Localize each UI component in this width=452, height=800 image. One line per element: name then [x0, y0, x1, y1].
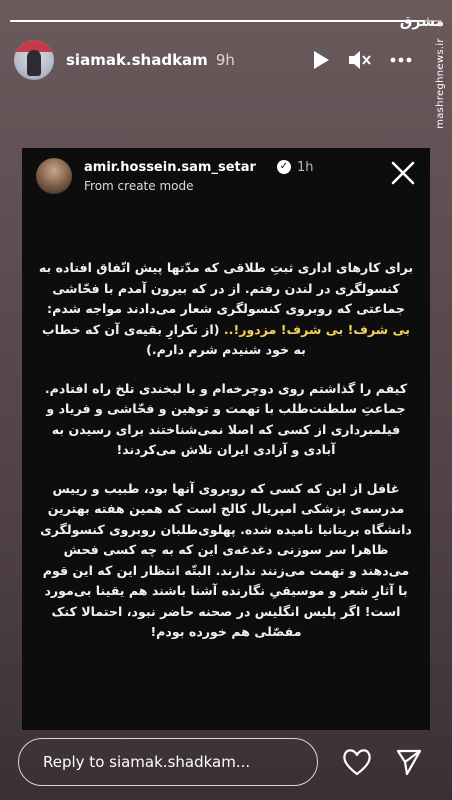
- story-progress-bar: [10, 20, 442, 22]
- avatar[interactable]: [14, 40, 54, 80]
- card-header: amir.hossein.sam_setar ✓ 1h From create …: [36, 158, 416, 198]
- paragraph-2-text: کیفم را گذاشتم روی دوچرخه‌ام و با لبخندی…: [44, 380, 408, 458]
- watermark-site: mashreghnews.ir: [435, 38, 447, 129]
- verified-icon: ✓: [277, 160, 291, 174]
- story-username[interactable]: siamak.shadkam: [66, 51, 208, 69]
- paragraph-3-text: غافل از این که کسی که روبروی آنها بود، ط…: [40, 480, 412, 640]
- reply-placeholder: Reply to siamak.shadkam...: [43, 753, 251, 771]
- paragraph-1: برای کارهای اداری ثبتِ طلاقی که مدّتها پ…: [38, 258, 414, 361]
- close-icon[interactable]: [390, 160, 416, 186]
- paragraph-2: کیفم را گذاشتم روی دوچرخه‌ام و با لبخندی…: [38, 379, 414, 461]
- more-icon[interactable]: [390, 57, 412, 63]
- send-icon[interactable]: [396, 748, 422, 780]
- mute-icon[interactable]: [348, 50, 372, 70]
- story-text: برای کارهای اداری ثبتِ طلاقی که مدّتها پ…: [38, 258, 414, 661]
- story-time: 9h: [215, 51, 235, 69]
- heart-icon[interactable]: [342, 748, 372, 780]
- story-progress-fill: [10, 20, 425, 22]
- highlighted-quote: بی شرف! بی شرف! مزدور!..: [223, 321, 411, 337]
- card-avatar[interactable]: [36, 158, 72, 194]
- paragraph-3: غافل از این که کسی که روبروی آنها بود، ط…: [38, 479, 414, 643]
- story-header: siamak.shadkam 9h: [14, 38, 412, 82]
- play-icon[interactable]: [312, 50, 330, 70]
- reply-input[interactable]: Reply to siamak.shadkam...: [18, 738, 318, 786]
- card-time: 1h: [297, 160, 314, 175]
- paragraph-1-text: برای کارهای اداری ثبتِ طلاقی که مدّتها پ…: [38, 260, 414, 316]
- reshared-story-card: amir.hossein.sam_setar ✓ 1h From create …: [22, 148, 430, 730]
- card-subtitle: From create mode: [84, 179, 194, 193]
- card-username[interactable]: amir.hossein.sam_setar: [84, 160, 256, 175]
- watermark: مشرق mashreghnews.ir: [400, 14, 450, 134]
- watermark-logo: مشرق: [399, 14, 444, 30]
- story-controls: [312, 50, 412, 70]
- avatar-figure: [27, 50, 41, 76]
